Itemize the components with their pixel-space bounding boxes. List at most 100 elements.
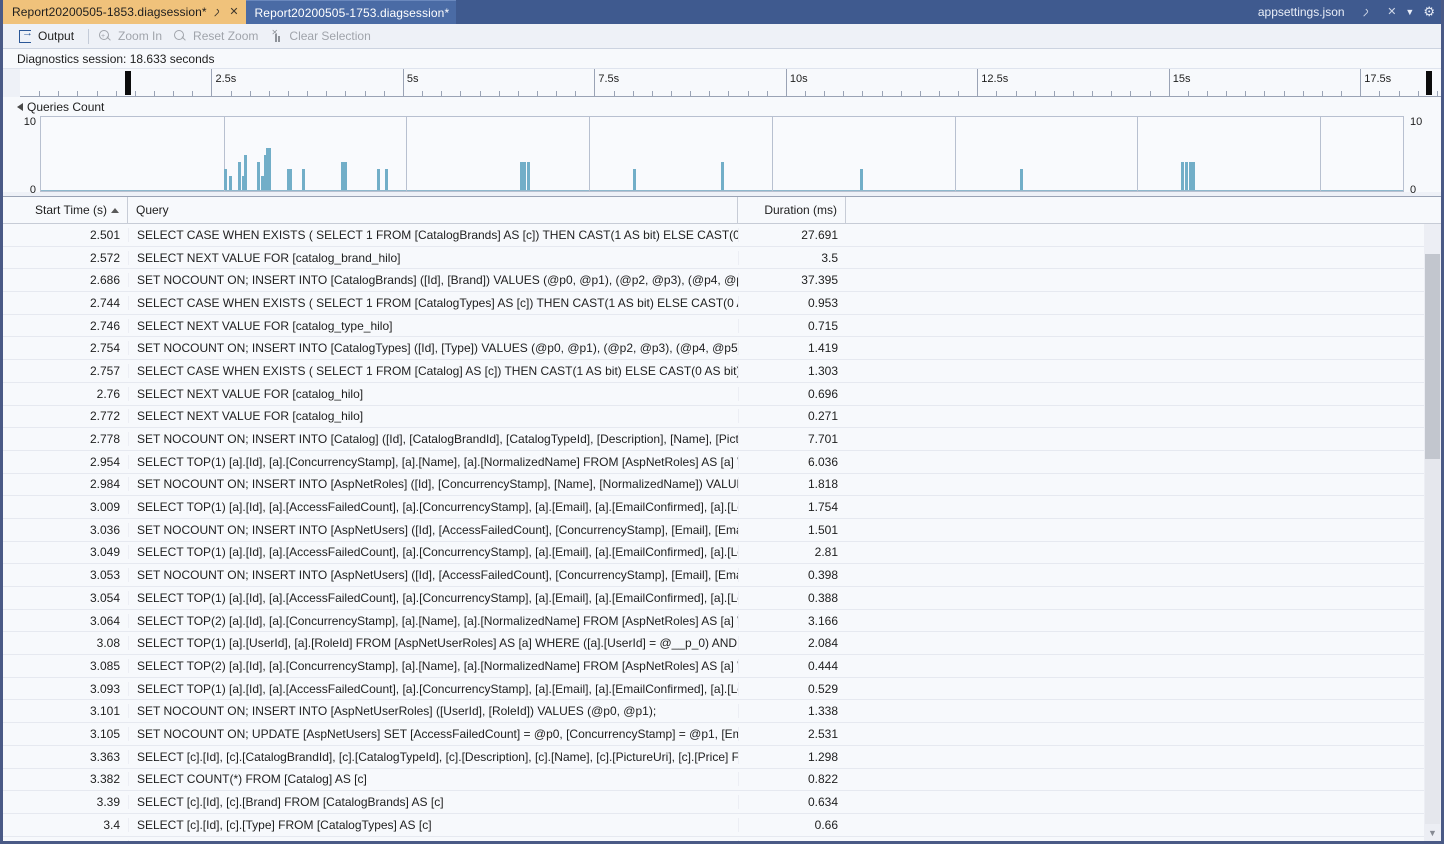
table-row[interactable]: 2.744SELECT CASE WHEN EXISTS ( SELECT 1 … [3,292,1441,315]
reset-zoom-button[interactable]: Reset Zoom [170,27,266,45]
y-axis-right: 10 0 [1404,116,1441,192]
cell-duration: 3.5 [738,251,846,265]
column-header-start-time[interactable]: Start Time (s) [3,197,128,223]
table-row[interactable]: 3.064SELECT TOP(2) [a].[Id], [a].[Concur… [3,610,1441,633]
scrollbar-down-arrow[interactable]: ▼ [1424,824,1441,841]
zoom-in-button[interactable]: + Zoom In [95,27,170,45]
table-row[interactable]: 2.572SELECT NEXT VALUE FOR [catalog_bran… [3,247,1441,270]
ruler-minor-tick [690,91,691,96]
table-row[interactable]: 2.778SET NOCOUNT ON; INSERT INTO [Catalo… [3,428,1441,451]
cell-start-time: 2.76 [3,387,128,401]
gear-icon[interactable]: ⚙ [1423,4,1435,20]
output-button-label: Output [38,29,74,43]
cell-duration: 1.818 [738,477,846,491]
ruler-tick-label: 5s [407,73,419,85]
table-row[interactable]: 2.757SELECT CASE WHEN EXISTS ( SELECT 1 … [3,360,1441,383]
table-row[interactable]: 3.363SELECT [c].[Id], [c].[CatalogBrandI… [3,746,1441,769]
clear-selection-button[interactable]: ✕ Clear Selection [266,27,378,45]
cell-duration: 0.398 [738,568,846,582]
close-icon[interactable]: ✕ [1387,7,1396,18]
table-row[interactable]: 3.574SELECT [t].[Id], [t].[BuyerId], [b0… [3,837,1441,841]
tab-report-1753[interactable]: Report20200505-1753.diagsession* [246,0,457,24]
table-row[interactable]: 3.105SET NOCOUNT ON; UPDATE [AspNetUsers… [3,723,1441,746]
table-row[interactable]: 3.101SET NOCOUNT ON; INSERT INTO [AspNet… [3,700,1441,723]
ruler-minor-tick [39,91,40,96]
cell-query: SELECT [c].[Id], [c].[Brand] FROM [Catal… [128,795,738,809]
table-row[interactable]: 3.39SELECT [c].[Id], [c].[Brand] FROM [C… [3,791,1441,814]
grid-body[interactable]: 2.501SELECT CASE WHEN EXISTS ( SELECT 1 … [3,224,1441,841]
timeline-end-marker[interactable] [1426,71,1432,95]
ruler-minor-tick [1264,91,1265,96]
table-row[interactable]: 2.754SET NOCOUNT ON; INSERT INTO [Catalo… [3,337,1441,360]
scrollbar-track-lower[interactable] [1425,459,1440,824]
timeline-start-marker[interactable] [125,71,131,95]
cell-duration: 6.036 [738,455,846,469]
ruler-minor-tick [499,91,500,96]
table-row[interactable]: 3.4SELECT [c].[Id], [c].[Type] FROM [Cat… [3,814,1441,837]
chart-plot-area[interactable] [40,116,1404,192]
cell-duration: 0.444 [738,659,846,673]
column-header-start-time-label: Start Time (s) [35,203,107,217]
ruler-minor-tick [843,91,844,96]
table-row[interactable]: 2.76SELECT NEXT VALUE FOR [catalog_hilo]… [3,383,1441,406]
chart-bar [1185,162,1188,190]
cell-duration: 1.303 [738,364,846,378]
timeline-ruler[interactable]: 2.5s5s7.5s10s12.5s15s17.5s [20,69,1441,97]
cell-duration: 1.338 [738,704,846,718]
cell-duration: 2.81 [738,545,846,559]
ruler-minor-tick [575,91,576,96]
cell-start-time: 2.746 [3,319,128,333]
table-row[interactable]: 3.08SELECT TOP(1) [a].[UserId], [a].[Rol… [3,632,1441,655]
cell-duration: 7.701 [738,432,846,446]
cell-query: SET NOCOUNT ON; INSERT INTO [CatalogBran… [128,273,738,287]
table-row[interactable]: 3.085SELECT TOP(2) [a].[Id], [a].[Concur… [3,655,1441,678]
tab-label: Report20200505-1753.diagsession* [255,6,450,20]
document-name-appsettings[interactable]: appsettings.json [1258,5,1345,19]
table-row[interactable]: 3.053SET NOCOUNT ON; INSERT INTO [AspNet… [3,564,1441,587]
cell-start-time: 3.054 [3,591,128,605]
cell-start-time: 3.049 [3,545,128,559]
ruler-minor-tick [882,91,883,96]
table-row[interactable]: 3.049SELECT TOP(1) [a].[Id], [a].[Access… [3,542,1441,565]
cell-start-time: 3.009 [3,500,128,514]
chart-bar [633,169,636,190]
cell-query: SELECT [c].[Id], [c].[CatalogBrandId], [… [128,750,738,764]
table-row[interactable]: 3.382SELECT COUNT(*) FROM [Catalog] AS [… [3,769,1441,792]
toolbar-separator [88,29,89,44]
scrollbar-thumb[interactable] [1425,254,1440,459]
tab-report-1853[interactable]: Report20200505-1853.diagsession* ╮ ✕ [3,0,246,24]
collapse-triangle-icon[interactable] [17,103,23,111]
cell-duration: 0.66 [738,818,846,832]
table-row[interactable]: 2.746SELECT NEXT VALUE FOR [catalog_type… [3,315,1441,338]
queries-count-chart: Queries Count 10 0 10 0 [3,97,1441,192]
column-header-duration[interactable]: Duration (ms) [738,197,846,223]
chart-title-label: Queries Count [27,100,104,114]
close-icon[interactable]: ✕ [229,7,238,18]
column-header-query[interactable]: Query [128,197,738,223]
output-button[interactable]: Output [15,27,82,45]
ruler-minor-tick [173,91,174,96]
cell-duration: 0.696 [738,387,846,401]
chart-title-row[interactable]: Queries Count [3,99,1441,116]
ruler-tick-label: 15s [1173,73,1191,85]
pin-icon[interactable]: ╮ [1361,6,1373,18]
table-row[interactable]: 3.009SELECT TOP(1) [a].[Id], [a].[Access… [3,496,1441,519]
table-row[interactable]: 2.501SELECT CASE WHEN EXISTS ( SELECT 1 … [3,224,1441,247]
ruler-minor-tick [996,91,997,96]
vertical-scrollbar[interactable]: ▼ [1424,224,1441,841]
ruler-major-tick: 15s [1169,69,1170,96]
ruler-minor-tick [1322,91,1323,96]
pin-icon[interactable]: ╮ [212,6,224,18]
table-row[interactable]: 3.093SELECT TOP(1) [a].[Id], [a].[Access… [3,678,1441,701]
table-row[interactable]: 2.772SELECT NEXT VALUE FOR [catalog_hilo… [3,406,1441,429]
chart-bar [377,169,380,190]
table-row[interactable]: 2.954SELECT TOP(1) [a].[Id], [a].[Concur… [3,451,1441,474]
chart-bar [257,162,260,190]
cell-start-time: 3.064 [3,614,128,628]
chart-bar [1020,169,1023,190]
table-row[interactable]: 3.054SELECT TOP(1) [a].[Id], [a].[Access… [3,587,1441,610]
chevron-down-icon[interactable]: ▼ [1405,7,1414,17]
table-row[interactable]: 3.036SET NOCOUNT ON; INSERT INTO [AspNet… [3,519,1441,542]
table-row[interactable]: 2.984SET NOCOUNT ON; INSERT INTO [AspNet… [3,474,1441,497]
table-row[interactable]: 2.686SET NOCOUNT ON; INSERT INTO [Catalo… [3,269,1441,292]
